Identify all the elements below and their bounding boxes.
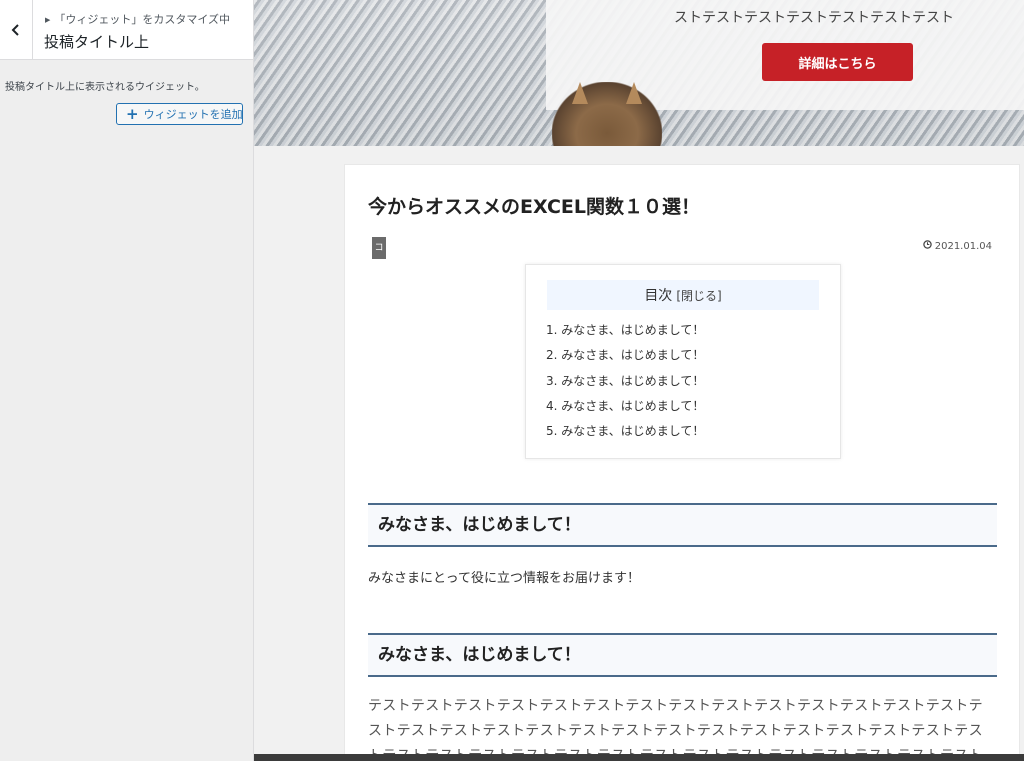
toc-link[interactable]: 4. みなさま、はじめまして！ [546,399,704,413]
site-preview: ストテストテストテストテストテストテスト 詳細はこちら 今からオススメのEXCE… [254,0,1024,761]
details-button[interactable]: 詳細はこちら [762,43,913,81]
toc-link[interactable]: 2. みなさま、はじめまして！ [546,348,704,362]
hero-image-dog-ear [572,82,588,104]
toc-header: 目次 [閉じる] [547,280,819,310]
toc-item: 5. みなさま、はじめまして！ [546,422,704,447]
section-heading: みなさま、はじめまして！ [368,633,997,677]
toc-link[interactable]: 1. みなさま、はじめまして！ [546,323,704,337]
hero-text: ストテストテストテストテストテストテスト [674,10,954,26]
breadcrumb: ▶ 「ウィジェット」をカスタマイズ中 [45,11,230,27]
toc-item: 3. みなさま、はじめまして！ [546,372,704,397]
add-widget-label: ウィジェットを追加 [143,108,243,121]
hero-banner: ストテストテストテストテストテストテスト 詳細はこちら [254,0,1024,146]
post-date: 2021.01.04 [923,240,992,252]
add-widget-button[interactable]: + ウィジェットを追加 [116,103,243,125]
post-date-text: 2021.01.04 [934,240,992,252]
toc-list: 1. みなさま、はじめまして！ 2. みなさま、はじめまして！ 3. みなさま、… [546,321,704,447]
category-tag[interactable]: コ [372,237,386,259]
toc-link[interactable]: 3. みなさま、はじめまして！ [546,374,704,388]
sidebar-header: ▶ 「ウィジェット」をカスタマイズ中 投稿タイトル上 [0,0,253,60]
section-heading: みなさま、はじめまして！ [368,503,997,547]
post-title: 今からオススメのEXCEL関数１０選！ [368,196,700,218]
chevron-left-icon [11,23,19,36]
hero-image-dog-ear [626,82,642,104]
bottom-scroll-bar [254,754,1024,761]
toc-item: 2. みなさま、はじめまして！ [546,346,704,371]
customizer-sidebar: ▶ 「ウィジェット」をカスタマイズ中 投稿タイトル上 投稿タイトル上に表示されるウ… [0,0,254,761]
toc-heading: 目次 [644,288,673,304]
breadcrumb-text: 「ウィジェット」をカスタマイズ中 [54,13,231,26]
plus-icon: + [126,104,139,123]
toc-link[interactable]: 5. みなさま、はじめまして！ [546,424,704,438]
toc-item: 4. みなさま、はじめまして！ [546,397,704,422]
back-button[interactable] [0,0,33,59]
triangle-right-icon: ▶ [45,16,51,24]
section-title: 投稿タイトル上 [44,33,150,51]
hero-image-dog [552,82,662,146]
section-paragraph: テストテストテストテストテストテストテストテストテストテストテストテストテストテ… [368,698,983,761]
section-description: 投稿タイトル上に表示されるウイジェット。 [5,82,205,93]
section-paragraph: みなさまにとって役に立つ情報をお届けます！ [368,571,640,586]
toc-item: 1. みなさま、はじめまして！ [546,321,704,346]
toc-toggle-link[interactable]: [閉じる] [676,287,721,304]
table-of-contents: 目次 [閉じる] 1. みなさま、はじめまして！ 2. みなさま、はじめまして！… [525,264,841,459]
clock-icon [923,240,932,252]
article-card: 今からオススメのEXCEL関数１０選！ コ 2021.01.04 目次 [閉じる… [344,164,1020,761]
